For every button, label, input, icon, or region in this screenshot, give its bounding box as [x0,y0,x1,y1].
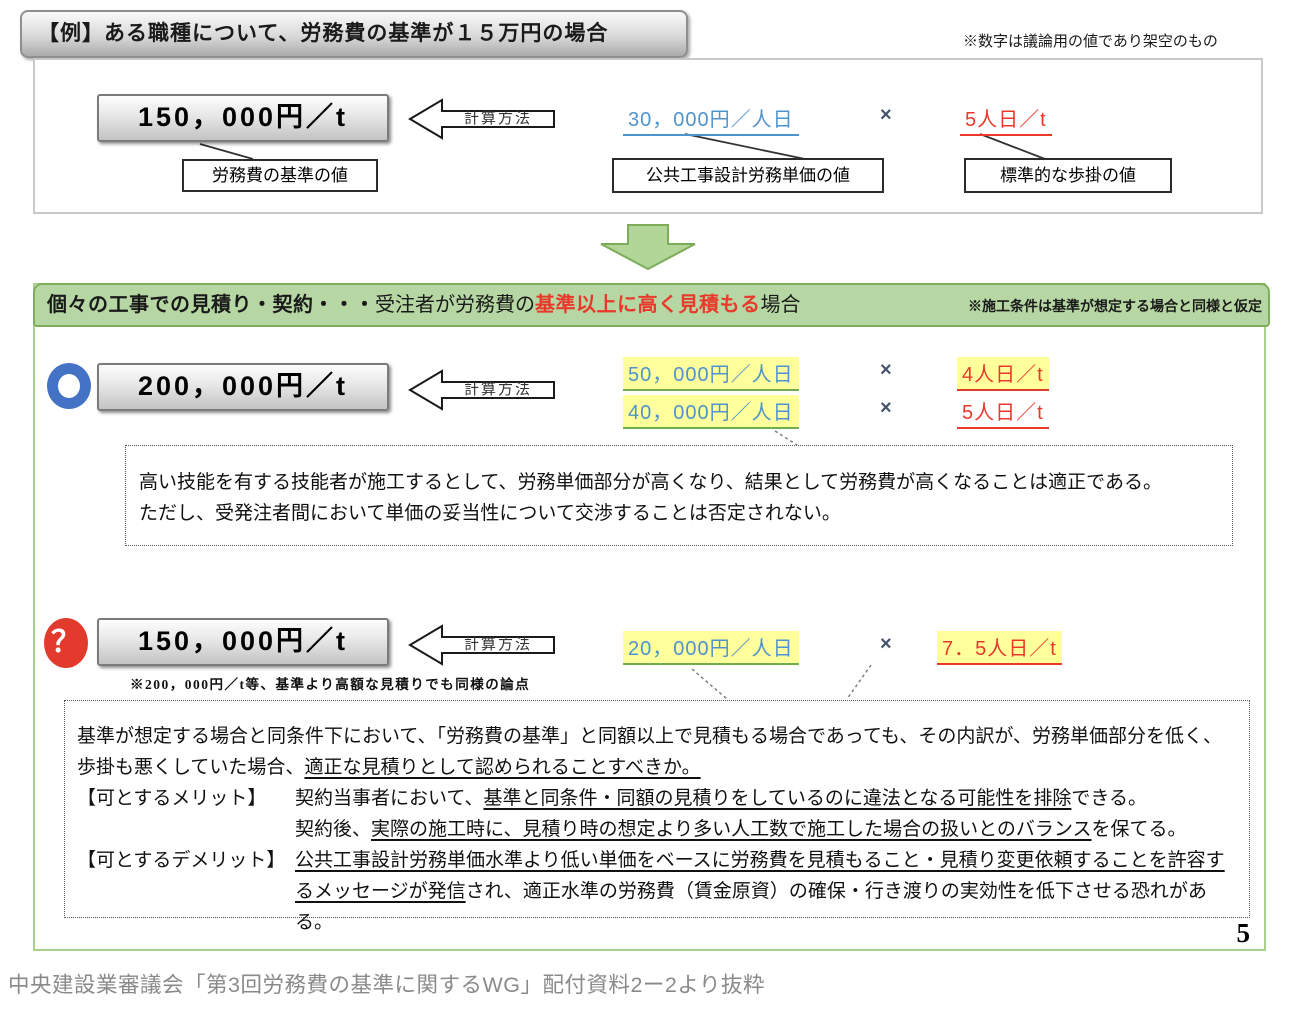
case2-subnote: ※200，000円／t等、基準より高額な見積りでも同様の論点 [130,677,531,692]
circle-ok-icon [47,363,91,409]
example-title-bar: 【例】ある職種について、労務費の基準が１５万円の場合 [20,10,688,58]
unit-price-label: 公共工事設計労務単価の値 [612,158,884,193]
case1-price-row1: 50，000円／人日 [623,357,799,391]
case2-crew: 7．5人日／t [937,631,1062,665]
page-number: 5 [1236,918,1251,948]
case1-price-row2: 40，000円／人日 [623,395,799,429]
section-title-highlight: 基準以上に高く見積もる [535,294,761,316]
multiply-sign: × [880,397,892,419]
calc-method-arrow: 計算方法 [407,622,557,668]
source-caption: 中央建設業審議会「第3回労務費の基準に関するWG」配付資料2ー2より抜粋 [8,973,765,997]
case2-price: 20，000円／人日 [623,631,799,665]
example-title: 【例】ある職種について、労務費の基準が１５万円の場合 [38,22,609,45]
circle-question-icon: ？ [44,618,88,668]
calc-method-arrow: 計算方法 [407,96,557,142]
calc-method-arrow: 計算方法 [407,367,557,413]
demerit-label: 【可とするデメリット】 [77,850,286,871]
section-title-lead: 個々の工事での見積り・契約・・・ [47,294,375,316]
case2-merit-line2: 契約後、実際の施工時に、見積り時の想定より多い人工数で施工した場合の扱いとのバラ… [295,819,1187,840]
case1-estimate-box: 200，000円／t [97,363,389,411]
example-unit-price: 30，000円／人日 [623,102,799,136]
calc-method-label: 計算方法 [463,636,532,653]
case1-comment-line1: 高い技能を有する技能者が施工するとして、労務単価部分が高くなり、結果として労務費… [139,472,1162,493]
case1-comment-line2: ただし、受発注者間において単価の妥当性について交渉することは否定されない。 [139,503,841,524]
case1-comment-box: 高い技能を有する技能者が施工するとして、労務単価部分が高くなり、結果として労務費… [125,445,1233,546]
case2-comment-line1: 基準が想定する場合と同条件下において、「労務費の基準」と同額以上で見積もる場合で… [77,726,1222,747]
section-title-bar: 個々の工事での見積り・契約・・・受注者が労務費の基準以上に高く見積もる場合 ※施… [33,283,1270,327]
multiply-sign: × [880,359,892,381]
slide-page: 【例】ある職種について、労務費の基準が１５万円の場合 ※数字は議論用の値であり架… [0,0,1300,1020]
multiply-sign: × [880,104,892,126]
standard-value-box: 150，000円／t [97,94,389,142]
example-disclaimer-note: ※数字は議論用の値であり架空のもの [963,33,1218,50]
case2-demerit-line2: るメッセージが発信され、適正水準の労務費（賃金原資）の確保・行き渡りの実効性を低… [295,881,1207,933]
case1-crew-row1: 4人日／t [957,357,1049,391]
case2-merit-line1: 【可とするメリット】 契約当事者において、基準と同条件・同額の見積りをしているのに… [77,783,1237,814]
case2-comment-box: 基準が想定する場合と同条件下において、「労務費の基準」と同額以上で見積もる場合で… [64,700,1250,933]
multiply-sign: × [880,633,892,655]
calc-method-label: 計算方法 [463,381,532,398]
example-crew-rate: 5人日／t [960,102,1052,136]
section-condition-note: ※施工条件は基準が想定する場合と同様と仮定 [968,298,1262,314]
example-panel: 150，000円／t 計算方法 30，000円／人日 × 5人日／t 労務費の基… [33,58,1263,214]
crew-rate-label: 標準的な歩掛の値 [964,158,1172,193]
contract-case-panel: 個々の工事での見積り・契約・・・受注者が労務費の基準以上に高く見積もる場合 ※施… [33,283,1270,951]
down-arrow-icon [600,224,696,275]
standard-value-label: 労務費の基準の値 [182,159,378,192]
case1-crew-row2: 5人日／t [957,395,1049,429]
case2-estimate-box: 150，000円／t [97,618,389,666]
case2-demerit-line1: 【可とするデメリット】 公共工事設計労務単価水準より低い単価をベースに労務費を見積… [77,845,1237,876]
merit-label: 【可とするメリット】 [77,788,267,809]
calc-method-label: 計算方法 [463,110,532,127]
section-title-tail: 場合 [760,294,801,316]
section-title-mid: 受注者が労務費の [375,294,535,316]
case2-comment-line2: 歩掛も悪くしていた場合、適正な見積りとして認められることすべきか。 [77,757,701,778]
